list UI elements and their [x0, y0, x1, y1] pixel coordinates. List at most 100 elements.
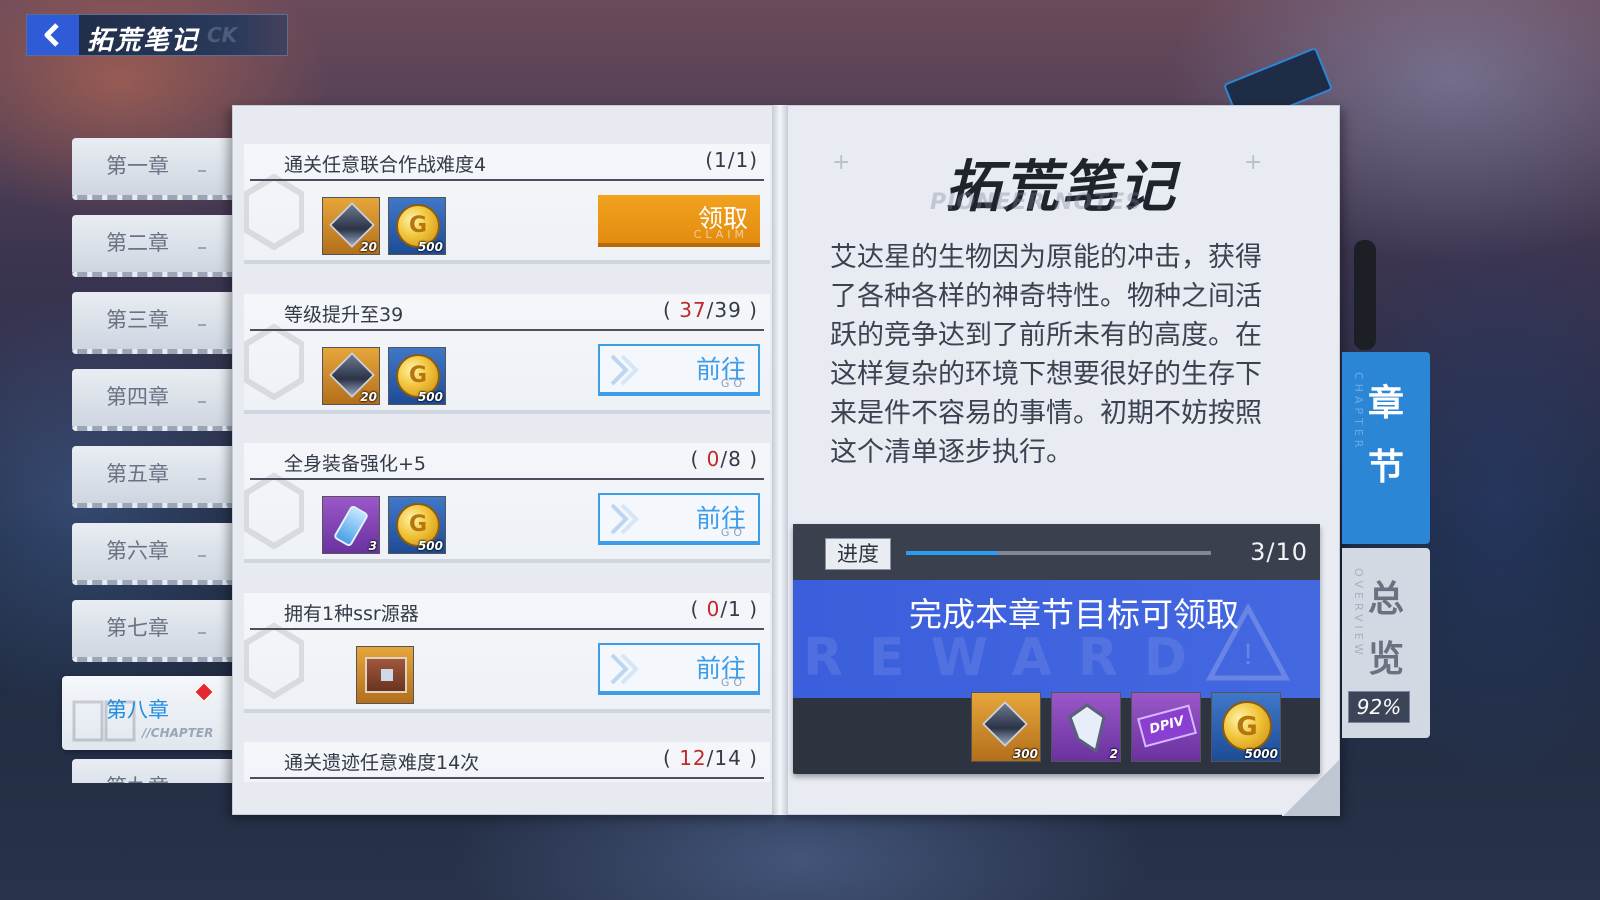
- reward-item[interactable]: G 500: [388, 197, 446, 255]
- tab-chapter-en: CHAPTER: [1352, 372, 1365, 452]
- reward-qty: 500: [417, 539, 443, 553]
- button-sub: GO: [720, 377, 746, 390]
- tab-chapter-char1: 章: [1368, 383, 1405, 424]
- task-progress: ( 12/14 ): [663, 746, 758, 770]
- back-button[interactable]: [27, 15, 79, 55]
- reward-qty: 500: [417, 240, 443, 254]
- reward-item[interactable]: [356, 646, 414, 704]
- claim-button[interactable]: 领取 CLAIM: [598, 195, 760, 247]
- banner-text: 完成本章节目标可领取: [909, 595, 1239, 634]
- reward-banner: REWARD ! 完成本章节目标可领取: [793, 580, 1320, 698]
- plus-mark-icon: +: [1244, 150, 1263, 175]
- hexagon-watermark-icon: [244, 622, 304, 700]
- reward-qty: 500: [417, 390, 443, 404]
- reward-qty: 3: [368, 539, 377, 553]
- tab-chapter-char2: 节: [1368, 447, 1405, 488]
- reward-item[interactable]: G 5000: [1211, 692, 1281, 762]
- chapter-tab-7[interactable]: 第七章: [72, 600, 232, 662]
- purple-shard-icon: [1068, 703, 1106, 753]
- go-button[interactable]: 前往 GO: [598, 493, 760, 545]
- task-item: 拥有1种ssr源器 ( 0/1 ) 前往 GO: [244, 585, 770, 717]
- button-sub: CLAIM: [693, 228, 748, 241]
- chapter-tab-label: 第六章: [106, 539, 169, 563]
- chevron-right-icon: [610, 503, 639, 535]
- chapter-tab-8-active[interactable]: 第八章 //CHAPTER: [62, 676, 234, 750]
- button-sub: GO: [720, 676, 746, 689]
- reward-item[interactable]: 20: [322, 347, 380, 405]
- chapter-tab-1[interactable]: 第一章: [72, 138, 232, 200]
- chapter-tab-sub: //CHAPTER: [142, 726, 214, 740]
- task-item: 通关遗迹任意难度14次 ( 12/14 ): [244, 734, 770, 782]
- task-progress: ( 0/1 ): [690, 597, 758, 621]
- reward-item[interactable]: G 500: [388, 496, 446, 554]
- reward-qty: 2: [1109, 747, 1118, 761]
- chapter-tab-label: 第二章: [106, 231, 169, 255]
- svg-text:!: !: [1244, 638, 1252, 671]
- task-title: 通关遗迹任意难度14次: [284, 752, 480, 774]
- dark-cube-icon: [982, 701, 1028, 747]
- task-progress: (1/1): [705, 148, 758, 172]
- chapter-tab-label: 第三章: [106, 308, 169, 332]
- task-item: 全身装备强化+5 ( 0/8 ) 3 G 500 前往 GO: [244, 435, 770, 567]
- task-list[interactable]: 通关任意联合作战难度4 (1/1) 20 G 500 领取 CLAIM 等级提升…: [244, 136, 770, 782]
- hexagon-watermark-icon: [244, 472, 304, 550]
- tab-chapter[interactable]: CHAPTER 章 节: [1342, 352, 1430, 544]
- chapter-tab-label: 第四章: [106, 385, 169, 409]
- reward-item[interactable]: 2: [1051, 692, 1121, 762]
- title-ghost-text: CK: [207, 23, 238, 47]
- task-item: 等级提升至39 ( 37/39 ) 20 G 500 前往 GO: [244, 286, 770, 418]
- reward-item[interactable]: 20: [322, 197, 380, 255]
- chest-icon: [365, 657, 407, 693]
- divider: [250, 478, 764, 480]
- pen-decoration: [1354, 240, 1376, 350]
- reward-qty: 20: [360, 240, 377, 254]
- chapter-tab-9[interactable]: 第九章: [72, 759, 232, 783]
- progress-label: 进度: [825, 538, 891, 570]
- chapter-tab-3[interactable]: 第三章: [72, 292, 232, 354]
- progress-fill: [906, 551, 998, 555]
- hexagon-watermark-icon: [244, 173, 304, 251]
- alert-diamond-icon: [192, 680, 216, 704]
- chapter-tab-label: 第七章: [106, 616, 169, 640]
- task-title: 拥有1种ssr源器: [284, 603, 419, 625]
- reward-item[interactable]: 300: [971, 692, 1041, 762]
- reward-item[interactable]: DPIV: [1131, 692, 1201, 762]
- task-item: 通关任意联合作战难度4 (1/1) 20 G 500 领取 CLAIM: [244, 136, 770, 268]
- top-bar: 拓荒笔记 CK: [26, 14, 288, 56]
- notes-subtitle: PIONEER NOTES: [930, 190, 1143, 215]
- reward-qty: 5000: [1244, 747, 1278, 761]
- chapter-tab-label: 第九章: [106, 771, 169, 783]
- chapter-tab-4[interactable]: 第四章: [72, 369, 232, 431]
- banner-ghost-text: REWARD: [803, 628, 1214, 688]
- task-progress: ( 0/8 ): [690, 447, 758, 471]
- chapter-tab-6[interactable]: 第六章: [72, 523, 232, 585]
- notebook-spine: [772, 105, 788, 815]
- hexagon-watermark-icon: [244, 323, 304, 401]
- divider: [250, 777, 764, 779]
- go-button[interactable]: 前往 GO: [598, 643, 760, 695]
- button-sub: GO: [720, 526, 746, 539]
- progress-track: [906, 551, 1211, 555]
- gold-coin-icon: G: [1222, 701, 1272, 751]
- chapter-tab-label: 第一章: [106, 154, 169, 178]
- task-title: 通关任意联合作战难度4: [284, 154, 487, 176]
- go-button[interactable]: 前往 GO: [598, 344, 760, 396]
- chapter-tab-label: 第八章: [106, 698, 169, 722]
- progress-count: 3/10: [1250, 538, 1308, 566]
- back-arrow-icon: [44, 23, 59, 47]
- notes-description: 艾达星的生物因为原能的冲击，获得了各种各样的神奇特性。物种之间活跃的竞争达到了前…: [830, 242, 1262, 468]
- chevron-right-icon: [610, 653, 639, 685]
- progress-panel: 进度 3/10 REWARD ! 完成本章节目标可领取 300 2 DPIV G…: [793, 524, 1320, 774]
- chapter-tab-2[interactable]: 第二章: [72, 215, 232, 277]
- reward-qty: 300: [1012, 747, 1038, 761]
- divider: [250, 628, 764, 630]
- reward-item[interactable]: G 500: [388, 347, 446, 405]
- overview-percent: 92%: [1348, 691, 1410, 723]
- progress-header: 进度 3/10: [793, 524, 1320, 580]
- chapter-tab-5[interactable]: 第五章: [72, 446, 232, 508]
- reward-item[interactable]: 3: [322, 496, 380, 554]
- task-progress: ( 37/39 ): [663, 298, 758, 322]
- chevron-right-icon: [610, 354, 639, 386]
- page-title: 拓荒笔记: [87, 26, 200, 56]
- tab-overview-char2: 览: [1368, 639, 1405, 680]
